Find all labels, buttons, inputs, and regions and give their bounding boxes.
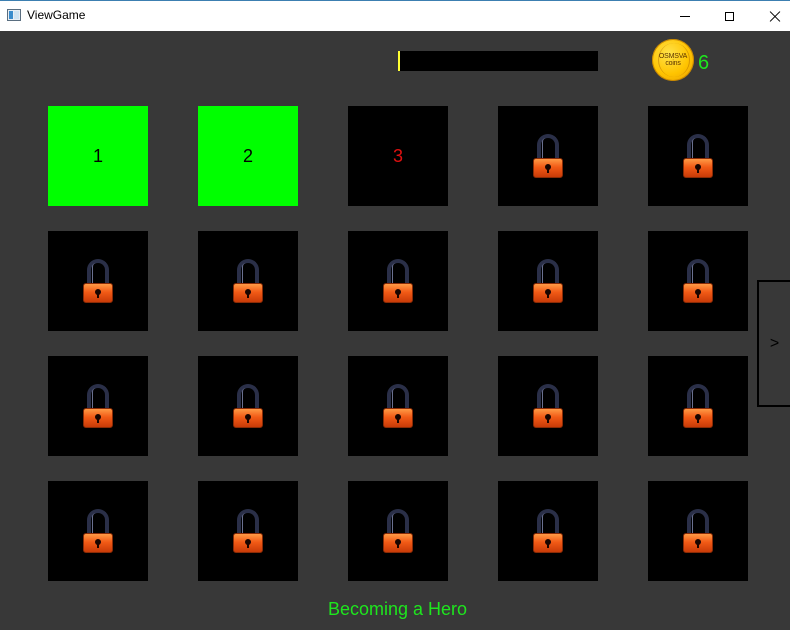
level-tile-4[interactable] [498,106,598,206]
world-title: Becoming a Hero [327,599,468,619]
level-tile-3[interactable]: 3 [348,106,448,206]
level-tile-18[interactable] [348,481,448,581]
app-window-icon [7,9,21,21]
padlock-icon [382,507,414,555]
padlock-icon [682,382,714,430]
level-number: 3 [392,145,403,166]
coin-label-line1: OSMSVA [658,53,688,60]
progress-marker [398,51,400,71]
padlock-icon [82,507,114,555]
minimize-icon [680,15,690,17]
level-tile-10[interactable] [648,231,748,331]
padlock-icon [382,257,414,305]
level-tile-11[interactable] [48,356,148,456]
maximize-icon [724,11,734,21]
minimize-button[interactable] [662,1,708,31]
coin-count: 6 [698,52,710,74]
window-title-bar[interactable]: ViewGame [0,0,790,31]
padlock-icon [232,382,264,430]
padlock-icon [232,507,264,555]
level-tile-19[interactable] [498,481,598,581]
maximize-button[interactable] [706,1,752,31]
level-tile-5[interactable] [648,106,748,206]
window-title: ViewGame [27,8,86,22]
next-page-button[interactable]: > [757,280,790,407]
padlock-icon [532,257,564,305]
level-tile-12[interactable] [198,356,298,456]
level-number: 2 [242,145,253,166]
padlock-icon [532,132,564,180]
level-tile-8[interactable] [348,231,448,331]
coin-icon: OSMSVA coins [652,39,694,81]
close-button[interactable] [752,1,790,31]
progress-bar [398,51,598,71]
level-tile-17[interactable] [198,481,298,581]
padlock-icon [382,382,414,430]
level-number: 1 [92,145,103,166]
level-tile-13[interactable] [348,356,448,456]
padlock-icon [232,257,264,305]
close-icon [769,10,781,22]
level-tile-2[interactable]: 2 [198,106,298,206]
level-tile-6[interactable] [48,231,148,331]
level-grid: 1 2 3 [48,106,748,581]
level-tile-9[interactable] [498,231,598,331]
padlock-icon [682,507,714,555]
padlock-icon [532,507,564,555]
padlock-icon [532,382,564,430]
level-tile-20[interactable] [648,481,748,581]
padlock-icon [682,132,714,180]
level-tile-7[interactable] [198,231,298,331]
level-tile-16[interactable] [48,481,148,581]
padlock-icon [82,257,114,305]
padlock-icon [682,257,714,305]
level-tile-1[interactable]: 1 [48,106,148,206]
level-tile-14[interactable] [498,356,598,456]
coin-label-line2: coins [665,60,681,67]
padlock-icon [82,382,114,430]
level-tile-15[interactable] [648,356,748,456]
